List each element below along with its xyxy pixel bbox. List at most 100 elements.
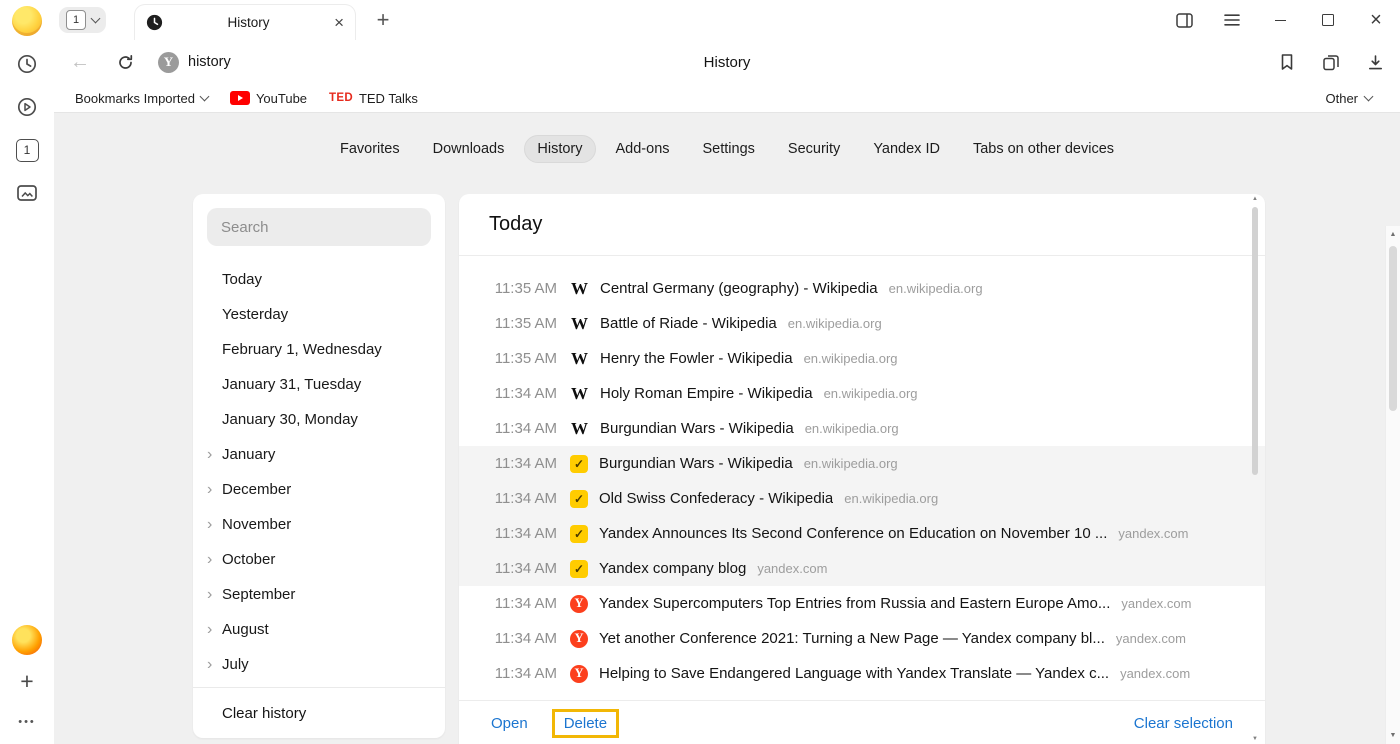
chevron-right-icon: › (207, 507, 212, 542)
date-filter-item[interactable]: › August (206, 612, 445, 647)
history-title[interactable]: Yandex company blog (599, 560, 746, 577)
new-tab-button[interactable]: + (370, 7, 396, 33)
history-row[interactable]: 11:34 AM W Holy Roman Empire - Wikipedia… (459, 376, 1265, 411)
side-panel-toggle-button[interactable] (1160, 0, 1208, 40)
back-button[interactable]: ← (70, 40, 90, 84)
history-row[interactable]: 11:34 AM Y Yet another Conference 2021: … (459, 621, 1265, 656)
history-domain: en.wikipedia.org (804, 351, 898, 366)
window-close-button[interactable]: × (1352, 0, 1400, 40)
nav-tab[interactable]: Downloads (420, 135, 518, 163)
history-row[interactable]: 11:34 AM Y Helping to Save Endangered La… (459, 656, 1265, 691)
history-row[interactable]: 11:34 AM W Burgundian Wars - Wikipedia e… (459, 411, 1265, 446)
history-row[interactable]: 11:34 AM ✓ Yandex company blog yandex.co… (459, 551, 1265, 586)
bookmark-youtube[interactable]: YouTube (230, 91, 307, 106)
site-favicon[interactable]: W (570, 384, 589, 403)
tab-close-icon[interactable]: × (334, 14, 344, 31)
history-domain: en.wikipedia.org (844, 491, 938, 506)
history-title[interactable]: Helping to Save Endangered Language with… (599, 665, 1109, 682)
site-favicon[interactable]: W (570, 314, 589, 333)
nav-tab[interactable]: Favorites (327, 135, 413, 163)
clear-selection-button[interactable]: Clear selection (1134, 715, 1233, 732)
history-panel-button[interactable] (10, 48, 44, 80)
history-title[interactable]: Henry the Fowler - Wikipedia (600, 350, 793, 367)
history-title[interactable]: Old Swiss Confederacy - Wikipedia (599, 490, 833, 507)
history-title[interactable]: Holy Roman Empire - Wikipedia (600, 385, 813, 402)
open-button[interactable]: Open (491, 715, 528, 732)
titlebar: 1 History × + (54, 0, 1400, 40)
rail-more-button[interactable]: ••• (10, 706, 44, 738)
site-favicon[interactable]: W (570, 279, 589, 298)
site-favicon[interactable]: ✓ (570, 490, 588, 508)
search-input[interactable] (207, 208, 431, 246)
site-favicon[interactable]: ✓ (570, 560, 588, 578)
date-filter-item[interactable]: › November (206, 507, 445, 542)
date-filter-item[interactable]: › July (206, 647, 445, 682)
browser-menu-button[interactable] (1208, 0, 1256, 40)
history-row[interactable]: 11:34 AM ✓ Old Swiss Confederacy - Wikip… (459, 481, 1265, 516)
date-filter-item[interactable]: Yesterday (206, 297, 445, 332)
history-time: 11:35 AM (489, 350, 557, 367)
tabs-panel-button[interactable]: 1 (10, 134, 44, 166)
date-filter-item[interactable]: January 30, Monday (206, 402, 445, 437)
history-row[interactable]: 11:35 AM W Battle of Riade - Wikipedia e… (459, 306, 1265, 341)
nav-tab[interactable]: Security (775, 135, 853, 163)
window-maximize-button[interactable] (1304, 0, 1352, 40)
scroll-up-icon[interactable]: ▲ (1386, 231, 1400, 238)
address-bar[interactable]: Y history (158, 40, 231, 84)
rail-add-button[interactable]: + (10, 665, 44, 697)
history-title[interactable]: Burgundian Wars - Wikipedia (600, 420, 794, 437)
clear-history-button[interactable]: Clear history (193, 687, 445, 738)
reload-button[interactable] (117, 40, 134, 84)
page-scrollbar-thumb[interactable] (1389, 246, 1397, 411)
date-filter-item[interactable]: February 1, Wednesday (206, 332, 445, 367)
history-title[interactable]: Central Germany (geography) - Wikipedia (600, 280, 878, 297)
history-row[interactable]: 11:35 AM W Henry the Fowler - Wikipedia … (459, 341, 1265, 376)
history-row[interactable]: 11:34 AM Y Yandex Supercomputers Top Ent… (459, 586, 1265, 621)
date-filter-item[interactable]: › December (206, 472, 445, 507)
window-minimize-button[interactable] (1256, 0, 1304, 40)
active-tab[interactable]: History × (134, 4, 356, 40)
tab-group-selector[interactable]: 1 (59, 7, 106, 33)
bookmarks-imported-folder[interactable]: Bookmarks Imported (75, 91, 208, 106)
site-favicon[interactable]: Y (570, 630, 588, 648)
history-title[interactable]: Yandex Announces Its Second Conference o… (599, 525, 1107, 542)
delete-button[interactable]: Delete (564, 715, 607, 732)
date-filter-item[interactable]: Today (206, 262, 445, 297)
date-filter-item[interactable]: January 31, Tuesday (206, 367, 445, 402)
history-title[interactable]: Yet another Conference 2021: Turning a N… (599, 630, 1105, 647)
bookmark-page-button[interactable] (1279, 53, 1295, 71)
history-results-panel: Today 11:35 AM W Central Germany (geogra… (459, 194, 1265, 744)
sidebar-scrollbar-thumb[interactable] (1252, 207, 1258, 475)
scroll-down-icon[interactable]: ▼ (1249, 736, 1261, 742)
history-title[interactable]: Battle of Riade - Wikipedia (600, 315, 777, 332)
downloads-button[interactable] (1367, 54, 1384, 71)
site-favicon[interactable]: W (570, 419, 589, 438)
date-filter-item[interactable]: › January (206, 437, 445, 472)
screenshot-button[interactable] (10, 177, 44, 209)
history-row[interactable]: 11:34 AM ✓ Yandex Announces Its Second C… (459, 516, 1265, 551)
nav-tab[interactable]: Add-ons (603, 135, 683, 163)
nav-tab[interactable]: History (524, 135, 595, 163)
media-panel-button[interactable] (10, 91, 44, 123)
nav-tab[interactable]: Settings (690, 135, 768, 163)
date-filter-item[interactable]: › October (206, 542, 445, 577)
yandex-browser-logo[interactable] (10, 624, 44, 656)
nav-tab[interactable]: Tabs on other devices (960, 135, 1127, 163)
site-favicon[interactable]: ✓ (570, 525, 588, 543)
profile-avatar[interactable] (10, 5, 44, 37)
collections-button[interactable] (1322, 54, 1340, 71)
other-bookmarks-folder[interactable]: Other (1325, 91, 1372, 106)
site-favicon[interactable]: ✓ (570, 455, 588, 473)
history-title[interactable]: Burgundian Wars - Wikipedia (599, 455, 793, 472)
history-row[interactable]: 11:34 AM ✓ Burgundian Wars - Wikipedia e… (459, 446, 1265, 481)
date-filter-item[interactable]: › September (206, 577, 445, 612)
bookmark-ted-talks[interactable]: TED TED Talks (329, 91, 418, 106)
history-row[interactable]: 11:35 AM W Central Germany (geography) -… (459, 271, 1265, 306)
scroll-up-icon[interactable]: ▲ (1249, 196, 1261, 202)
site-favicon[interactable]: Y (570, 595, 588, 613)
history-title[interactable]: Yandex Supercomputers Top Entries from R… (599, 595, 1110, 612)
site-favicon[interactable]: W (570, 349, 589, 368)
site-favicon[interactable]: Y (570, 665, 588, 683)
nav-tab[interactable]: Yandex ID (860, 135, 953, 163)
scroll-down-icon[interactable]: ▼ (1386, 732, 1400, 739)
